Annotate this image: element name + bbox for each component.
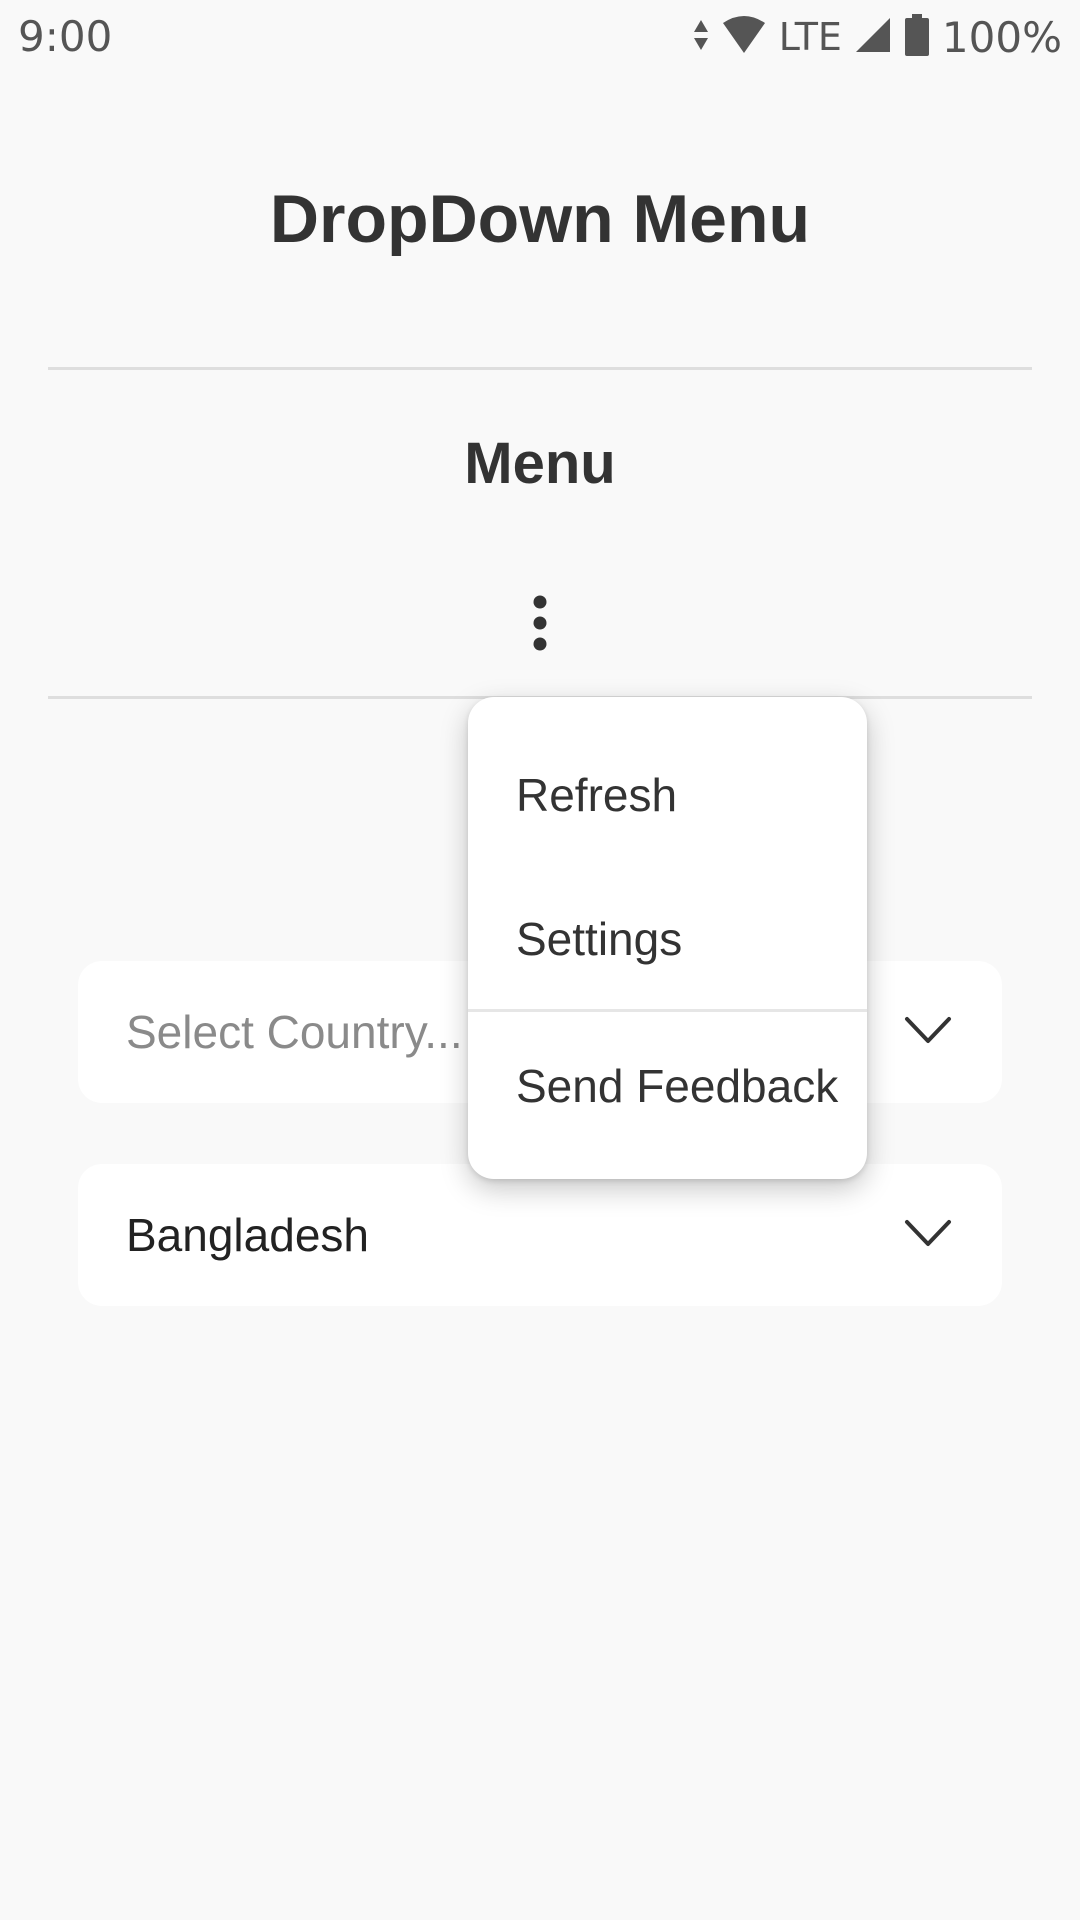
page-title: DropDown Menu — [269, 181, 811, 257]
menu-item-refresh[interactable]: Refresh — [468, 745, 867, 845]
chevron-down-icon — [904, 1015, 952, 1050]
status-time: 9:00 — [18, 12, 113, 61]
signal-icon — [854, 16, 892, 59]
menu-separator — [468, 1009, 867, 1012]
top-divider — [48, 367, 1032, 370]
popup-menu: Refresh Settings Send Feedback — [468, 697, 867, 1179]
chevron-down-icon — [904, 1218, 952, 1253]
wifi-icon — [721, 15, 767, 60]
country-dropdown-selected[interactable]: Bangladesh — [78, 1164, 1002, 1306]
menu-section-title: Menu — [464, 431, 616, 496]
battery-icon — [904, 13, 930, 61]
dropdown-selected-value: Bangladesh — [126, 1209, 369, 1261]
network-type: LTE — [778, 15, 842, 59]
more-vert-icon — [530, 595, 550, 656]
menu-item-settings[interactable]: Settings — [468, 889, 867, 989]
battery-percentage: 100% — [941, 12, 1062, 62]
status-bar: 9:00 LTE 100% — [0, 0, 1080, 74]
data-arrows-icon — [693, 18, 709, 57]
more-options-button[interactable] — [510, 592, 570, 658]
menu-item-send-feedback[interactable]: Send Feedback — [468, 1036, 867, 1136]
status-icons: LTE 100% — [693, 10, 1062, 64]
